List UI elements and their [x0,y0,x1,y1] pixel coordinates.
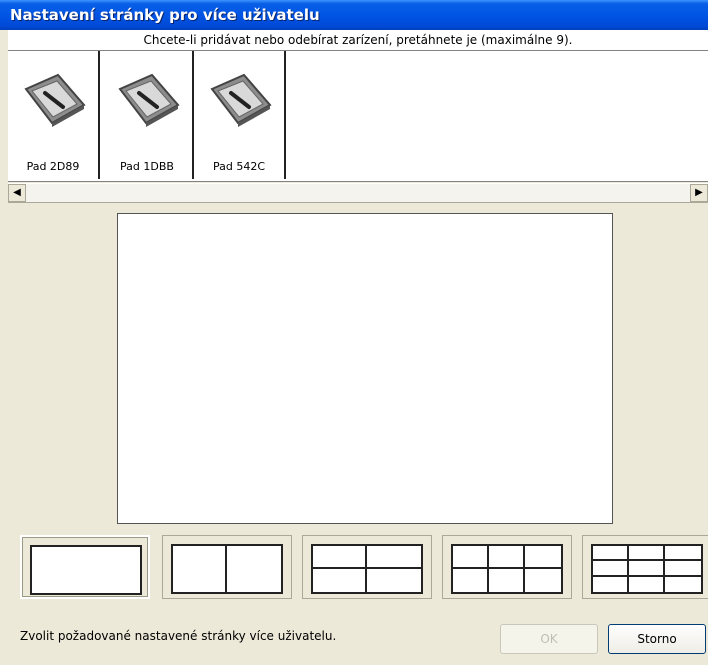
tablet-icon [24,73,86,127]
layout-cell [525,569,561,592]
window-title: Nastavení stránky pro více uživatelu [0,0,708,30]
layout-cell [453,546,489,569]
tablet-icon [118,73,180,127]
layout-preview-area[interactable] [117,213,613,524]
layout-grid-4 [311,544,423,594]
layout-grid-9 [591,544,703,594]
scroll-left-icon[interactable]: ◀ [8,184,26,202]
layout-cell [227,546,281,592]
layout-option-9[interactable] [582,535,708,599]
layout-cell [313,546,367,569]
layout-cell [593,576,629,592]
layout-cell [629,576,665,592]
layout-cell [525,546,561,569]
layout-cell [367,569,421,592]
layout-option-1[interactable] [20,535,150,599]
layout-cell [593,561,629,577]
layout-option-2[interactable] [162,535,292,599]
device-label: Pad 2D89 [26,160,80,173]
layout-cell [489,546,525,569]
device-label: Pad 1DBB [120,160,174,173]
tablet-icon [210,73,272,127]
layout-grid-6 [451,544,563,594]
layout-cell [32,547,140,593]
layout-cell [313,569,367,592]
layout-cell [665,577,701,592]
instruction-text: Chcete-li pridávat nebo odebírat zarízen… [8,30,708,51]
layout-cell [593,546,629,562]
layout-cell [665,546,701,562]
layout-cell [665,561,701,577]
device-strip[interactable]: Pad 2D89 Pad 1DBB Pad 542C [8,50,708,182]
layout-cell [629,561,665,577]
device-label: Pad 542C [212,160,266,173]
ok-button[interactable]: OK [500,624,598,654]
layout-cell [367,546,421,569]
device-item-pad-2d89[interactable]: Pad 2D89 [8,51,100,179]
layout-grid-2 [171,544,283,594]
device-item-pad-542c[interactable]: Pad 542C [194,51,286,179]
layout-option-4[interactable] [302,535,432,599]
layout-cell [173,546,227,592]
layout-cell [489,569,525,592]
layout-cell [453,569,489,592]
layout-option-6[interactable] [442,535,572,599]
status-text: Zvolit požadované nastavené stránky více… [20,629,337,643]
device-item-pad-1dbb[interactable]: Pad 1DBB [102,51,194,179]
layout-cell [629,546,665,562]
horizontal-scrollbar[interactable]: ◀ ▶ [8,183,708,203]
scroll-right-icon[interactable]: ▶ [690,184,708,202]
layout-grid-1 [30,545,142,595]
cancel-button[interactable]: Storno [608,624,706,654]
layout-selector [0,531,708,603]
